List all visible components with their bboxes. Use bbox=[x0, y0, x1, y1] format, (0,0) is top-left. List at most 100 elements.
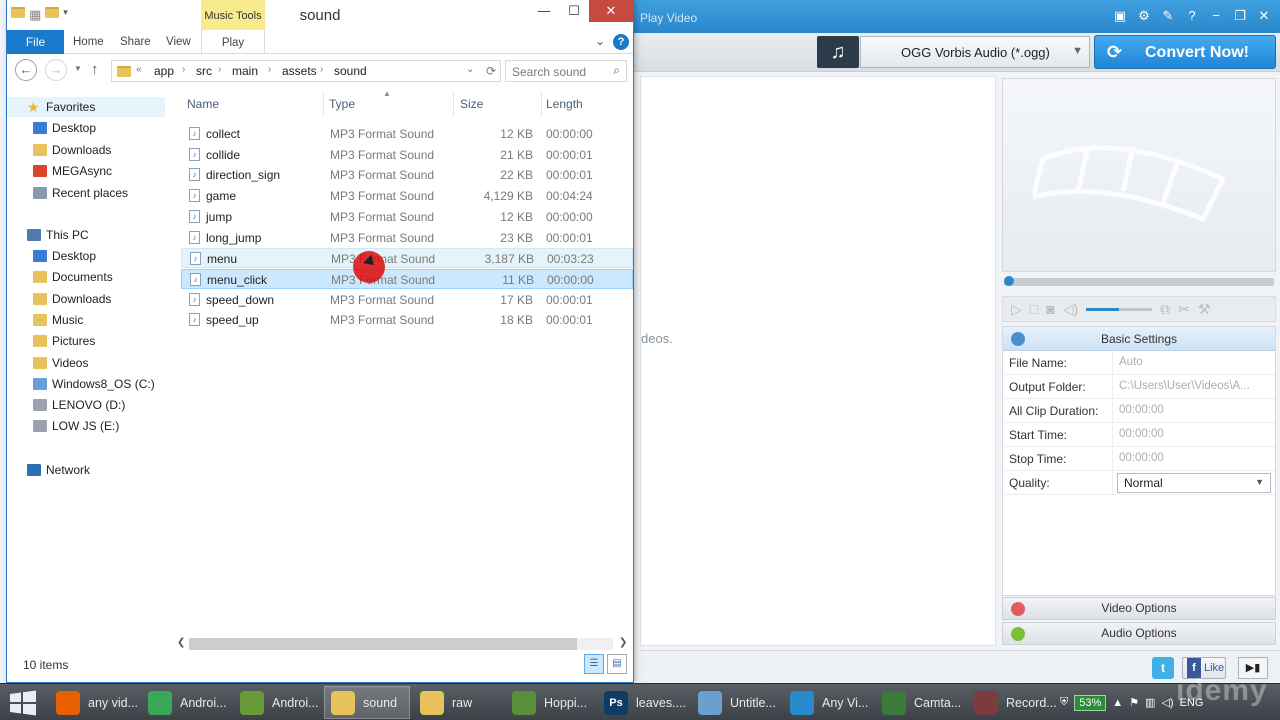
setting-value[interactable]: C:\Users\User\Videos\A... bbox=[1113, 375, 1275, 398]
tab-share[interactable]: Share bbox=[120, 36, 151, 48]
key-icon[interactable]: ✎ bbox=[1158, 6, 1178, 26]
seek-knob[interactable] bbox=[1004, 276, 1014, 286]
skin-icon[interactable]: ▣ bbox=[1110, 6, 1130, 26]
breadcrumb-app[interactable]: app bbox=[154, 64, 174, 78]
back-arrow-icon[interactable]: ← bbox=[15, 59, 37, 81]
breadcrumb-main[interactable]: main bbox=[232, 64, 258, 78]
setting-value[interactable]: 00:00:00 bbox=[1113, 399, 1275, 422]
video-options-bar[interactable]: Video Options bbox=[1002, 597, 1276, 620]
taskbar-item-1[interactable]: Androi... bbox=[142, 686, 230, 719]
audio-options-bar[interactable]: Audio Options bbox=[1002, 622, 1276, 645]
help-icon[interactable]: ? bbox=[1182, 6, 1202, 26]
taskbar-item-8[interactable]: Any Vi... bbox=[784, 686, 872, 719]
file-row-speed-down[interactable]: ♪ speed_down MP3 Format Sound 17 KB 00:00:01 bbox=[181, 290, 633, 310]
taskbar-item-2[interactable]: Androi... bbox=[234, 686, 320, 719]
nav-favorites[interactable]: ★ Favorites bbox=[7, 97, 165, 117]
close-icon[interactable]: ✕ bbox=[1254, 6, 1274, 26]
wrench-icon[interactable]: ⚒ bbox=[1198, 301, 1211, 318]
basic-settings-header[interactable]: Basic Settings bbox=[1003, 327, 1275, 351]
quality-select[interactable]: Normal ▼ bbox=[1117, 473, 1271, 493]
breadcrumb-separator-icon[interactable]: › bbox=[182, 64, 185, 75]
address-history-icon[interactable]: ⌄ bbox=[466, 64, 474, 75]
minimize-icon[interactable]: — bbox=[529, 0, 559, 22]
taskbar-item-10[interactable]: Record... bbox=[968, 686, 1056, 719]
column-length[interactable]: Length bbox=[546, 97, 583, 111]
scroll-thumb[interactable] bbox=[189, 638, 577, 650]
nav-fav-desktop[interactable]: Desktop bbox=[7, 118, 96, 138]
large-icons-view-icon[interactable]: ▤ bbox=[607, 654, 627, 674]
file-row-long-jump[interactable]: ♪ long_jump MP3 Format Sound 23 KB 00:00:01 bbox=[181, 228, 633, 248]
breadcrumb-separator-icon[interactable]: › bbox=[320, 64, 323, 75]
show-hidden-icons-icon[interactable]: ▲ bbox=[1112, 697, 1123, 709]
file-row-collect[interactable]: ♪ collect MP3 Format Sound 12 KB 00:00:00 bbox=[181, 124, 633, 144]
address-bar[interactable]: « app › src › main › assets › sound ⌄ ⟳ bbox=[111, 60, 501, 82]
close-icon[interactable]: ✕ bbox=[589, 0, 633, 22]
file-row-menu[interactable]: ♪menuMP3 Format Sound3,187 KB00:03:23 bbox=[181, 248, 633, 269]
gear-icon[interactable]: ⚙ bbox=[1134, 6, 1154, 26]
nav-pc-downloads[interactable]: Downloads bbox=[7, 289, 111, 309]
file-row-collide[interactable]: ♪ collide MP3 Format Sound 21 KB 00:00:01 bbox=[181, 145, 633, 165]
nav-pc-lenovo-d-[interactable]: LENOVO (D:) bbox=[7, 395, 125, 415]
minimize-icon[interactable]: − bbox=[1206, 6, 1226, 26]
taskbar-item-0[interactable]: any vid... bbox=[50, 686, 138, 719]
breadcrumb-src[interactable]: src bbox=[196, 64, 212, 78]
network-icon[interactable]: ▥ bbox=[1145, 696, 1155, 709]
windows-start-icon[interactable] bbox=[8, 690, 38, 716]
nav-fav-downloads[interactable]: Downloads bbox=[7, 140, 111, 160]
shield-icon[interactable]: ⛨ bbox=[1060, 696, 1068, 709]
file-row-speed-up[interactable]: ♪ speed_up MP3 Format Sound 18 KB 00:00:01 bbox=[181, 310, 633, 330]
nav-pc-documents[interactable]: Documents bbox=[7, 267, 113, 287]
nav-pc-videos[interactable]: Videos bbox=[7, 353, 88, 373]
nav-this-pc[interactable]: This PC bbox=[7, 225, 89, 245]
up-arrow-icon[interactable]: ↑ bbox=[91, 61, 99, 78]
volume-icon[interactable]: ◁) bbox=[1063, 301, 1078, 318]
expand-ribbon-icon[interactable]: ⌄ bbox=[595, 34, 605, 50]
taskbar-item-6[interactable]: Ps leaves.... bbox=[598, 686, 688, 719]
tab-home[interactable]: Home bbox=[73, 36, 104, 48]
tab-view[interactable]: View bbox=[166, 36, 191, 48]
nav-pc-music[interactable]: Music bbox=[7, 310, 83, 330]
help-icon[interactable]: ? bbox=[613, 34, 629, 50]
breadcrumb-separator-icon[interactable]: › bbox=[268, 64, 271, 75]
taskbar-item-7[interactable]: Untitle... bbox=[692, 686, 780, 719]
nav-network[interactable]: Network bbox=[7, 460, 90, 480]
file-row-direction-sign[interactable]: ♪ direction_sign MP3 Format Sound 22 KB 00:0… bbox=[181, 165, 633, 185]
output-format-select[interactable]: OGG Vorbis Audio (*.ogg) ▼ bbox=[860, 36, 1090, 68]
maximize-icon[interactable]: ❐ bbox=[1230, 6, 1250, 26]
scroll-right-icon[interactable]: ❯ bbox=[619, 637, 627, 648]
file-row-menu-click[interactable]: ♪ menu_click MP3 Format Sound 11 KB 00:00:00 bbox=[181, 268, 633, 289]
forward-arrow-icon[interactable]: → bbox=[45, 59, 67, 81]
column-name[interactable]: Name bbox=[187, 97, 219, 111]
column-divider[interactable] bbox=[323, 92, 324, 116]
setting-value[interactable]: 00:00:00 bbox=[1113, 423, 1275, 446]
camera-icon[interactable]: ◙ bbox=[1046, 301, 1054, 317]
details-view-icon[interactable]: ☰ bbox=[584, 654, 604, 674]
maximize-icon[interactable]: ☐ bbox=[559, 0, 589, 22]
scroll-left-icon[interactable]: ❮ bbox=[177, 637, 185, 648]
file-row-game[interactable]: ♪ game MP3 Format Sound 4,129 KB 00:04:24 bbox=[181, 186, 633, 206]
nav-fav-megasync[interactable]: MEGAsync bbox=[7, 161, 112, 181]
column-divider[interactable] bbox=[453, 92, 454, 116]
setting-value[interactable]: 00:00:00 bbox=[1113, 447, 1275, 470]
nav-pc-low-js-e-[interactable]: LOW JS (E:) bbox=[7, 416, 119, 436]
volume-icon[interactable]: ◁) bbox=[1161, 696, 1173, 709]
column-divider[interactable] bbox=[541, 92, 542, 116]
column-size[interactable]: Size bbox=[460, 97, 483, 111]
stop-icon[interactable]: □ bbox=[1030, 301, 1038, 317]
flag-icon[interactable]: ⚑ bbox=[1129, 696, 1139, 709]
breadcrumb-sound[interactable]: sound bbox=[334, 64, 367, 78]
nav-pc-desktop[interactable]: Desktop bbox=[7, 246, 96, 266]
taskbar-item-4[interactable]: raw bbox=[414, 686, 500, 719]
taskbar-item-3[interactable]: sound bbox=[324, 686, 410, 719]
taskbar-item-9[interactable]: Camta... bbox=[876, 686, 964, 719]
search-input[interactable]: Search sound bbox=[512, 65, 586, 79]
twitter-icon[interactable]: t bbox=[1152, 657, 1174, 679]
file-list-area[interactable]: deos. bbox=[640, 76, 996, 646]
recent-locations-icon[interactable]: ▼ bbox=[74, 64, 82, 73]
setting-value[interactable]: Auto bbox=[1113, 351, 1275, 374]
tab-file[interactable]: File bbox=[7, 30, 64, 54]
music-note-icon[interactable]: ♫ bbox=[817, 36, 859, 68]
taskbar-item-5[interactable]: Hoppi... bbox=[506, 686, 594, 719]
battery-indicator[interactable]: 53% bbox=[1074, 694, 1107, 711]
nav-pc-pictures[interactable]: Pictures bbox=[7, 331, 95, 351]
